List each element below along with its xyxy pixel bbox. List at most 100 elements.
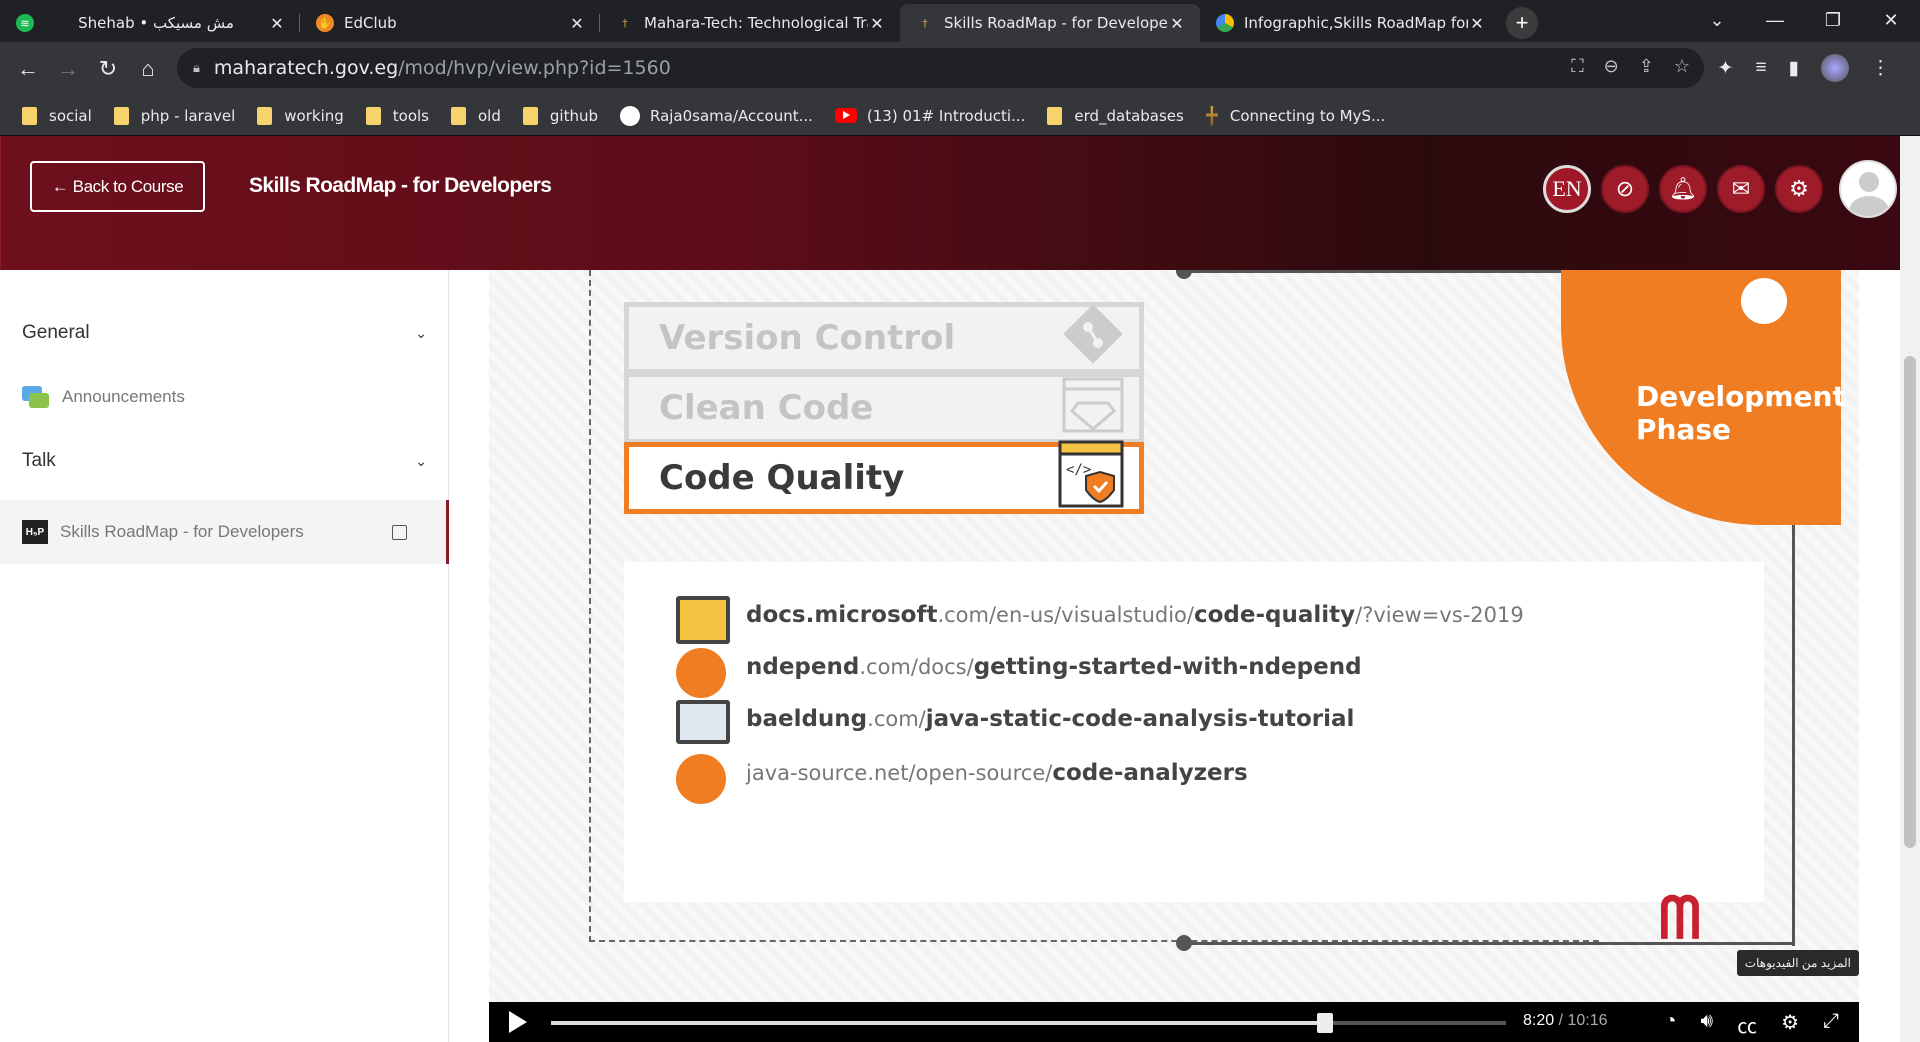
notifications-bell-icon[interactable]: 🔔︎ [1659, 165, 1707, 213]
maharatech-icon [1205, 105, 1218, 126]
sidebar-item-label: Skills RoadMap - for Developers [60, 522, 304, 541]
fullscreen-icon[interactable]: ⤢ [1823, 1010, 1839, 1039]
zoom-icon[interactable]: ⊖ [1604, 56, 1619, 77]
section-general[interactable]: General ⌄ [22, 322, 427, 344]
folder-icon [522, 106, 538, 125]
bookmark-item[interactable]: tools [365, 106, 429, 125]
folder-icon [257, 106, 273, 125]
address-bar[interactable]: 🔒︎ maharatech.gov.eg/mod/hvp/view.php?id… [177, 48, 1704, 88]
browser-tab[interactable]: ✋ EdClub ✕ [300, 4, 600, 42]
seek-bar[interactable] [551, 1013, 1506, 1033]
download-folder-icon [676, 754, 726, 804]
browser-tab[interactable]: ≋ Shehab • مش مسيكب ✕ [0, 4, 300, 42]
page-title: Skills RoadMap - for Developers [249, 174, 552, 197]
browser-tab-active[interactable]: † Skills RoadMap - for Developers ✕ [900, 4, 1200, 42]
time-display: 8:20 / 10:16 [1523, 1012, 1608, 1029]
bookmark-item[interactable]: Connecting to MyS... [1205, 105, 1386, 126]
bookmark-label: erd_databases [1074, 106, 1184, 125]
folder-icon [1047, 106, 1063, 125]
bookmark-item[interactable]: github [522, 106, 598, 125]
tab-title: Skills RoadMap - for Developers [944, 14, 1168, 32]
resource-link[interactable]: java-source.net/open-source/code-analyze… [746, 760, 1248, 786]
seek-handle[interactable] [1316, 1013, 1333, 1033]
home-icon[interactable]: ⌂ [128, 56, 168, 82]
more-videos-tooltip[interactable]: المزيد من الفيديوهات [1736, 950, 1859, 976]
hide-visibility-icon[interactable]: ⊘ [1601, 165, 1649, 213]
tab-search-icon[interactable]: ⌄ [1688, 10, 1746, 31]
restore-icon[interactable]: ❐ [1804, 10, 1862, 31]
settings-gear-icon[interactable]: ⚙ [1781, 1010, 1799, 1039]
sidebar-item-active[interactable]: H₅P Skills RoadMap - for Developers [0, 500, 449, 564]
folder-icon [113, 106, 129, 125]
back-icon[interactable]: ← [8, 56, 48, 82]
chevron-down-icon[interactable]: ⌄ [415, 325, 427, 342]
volume-icon[interactable]: 🔊︎ [1700, 1010, 1713, 1039]
forward-icon[interactable]: → [48, 56, 88, 82]
bookmark-item[interactable]: erd_databases [1047, 106, 1184, 125]
section-label: Talk [22, 450, 56, 471]
browser-tab[interactable]: † Mahara-Tech: Technological Trac ✕ [600, 4, 900, 42]
resource-link[interactable]: ndepend.com/docs/getting-started-with-nd… [746, 654, 1362, 680]
bookmark-item[interactable]: Raja0sama/Account... [619, 105, 813, 126]
close-tab-icon[interactable]: ✕ [568, 14, 586, 33]
bookmark-item[interactable]: social [22, 106, 92, 125]
video-player[interactable]: Version Control Clean Code Code Quality … [489, 270, 1859, 1042]
close-window-icon[interactable]: ✕ [1862, 10, 1920, 31]
bookmark-item[interactable]: working [257, 106, 344, 125]
edclub-icon: ✋ [316, 14, 334, 32]
completion-checkbox[interactable] [392, 524, 407, 540]
settings-gear-icon[interactable]: ⚙ [1775, 165, 1823, 213]
close-tab-icon[interactable]: ✕ [868, 14, 886, 33]
close-tab-icon[interactable]: ✕ [1468, 14, 1486, 33]
back-to-course-button[interactable]: ← Back to Course [30, 161, 205, 212]
extensions-icon[interactable]: ✦ [1718, 57, 1734, 80]
resource-link[interactable]: docs.microsoft.com/en-us/visualstudio/co… [746, 602, 1524, 628]
page-scrollbar[interactable] [1900, 136, 1920, 1042]
folder-icon [451, 106, 466, 125]
sidebar-item-skills-roadmap[interactable]: H₅P Skills RoadMap - for Developers [22, 520, 427, 544]
bookmark-item[interactable]: php - laravel [113, 106, 235, 125]
menu-icon[interactable]: ⋮ [1871, 57, 1890, 80]
sidebar-item-label: Announcements [62, 387, 185, 406]
bookmark-item[interactable]: old [451, 106, 501, 125]
play-icon[interactable] [509, 1011, 527, 1033]
messages-chat-icon[interactable]: ✉ [1717, 165, 1765, 213]
tab-title: EdClub [344, 14, 397, 32]
section-talk[interactable]: Talk ⌄ [22, 450, 427, 472]
reload-icon[interactable]: ↻ [88, 56, 128, 82]
close-tab-icon[interactable]: ✕ [1168, 14, 1186, 33]
minimize-icon[interactable]: — [1746, 10, 1804, 31]
diamond-window-icon [1054, 370, 1132, 442]
reading-list-icon[interactable]: ≡ [1755, 57, 1766, 79]
share-icon[interactable]: ⇪ [1639, 56, 1654, 77]
profile-avatar[interactable] [1821, 54, 1849, 82]
resource-link[interactable]: baeldung.com/java-static-code-analysis-t… [746, 706, 1354, 732]
sidebar-item-announcements[interactable]: Announcements [22, 384, 427, 410]
language-toggle-button[interactable]: EN [1543, 165, 1591, 213]
download-folder-icon [676, 648, 726, 698]
mahara-logo: ᗰ [1659, 884, 1701, 952]
bookmark-label: old [478, 106, 501, 125]
user-avatar[interactable] [1839, 160, 1897, 218]
new-tab-button[interactable]: + [1506, 7, 1538, 39]
bookmark-label: tools [392, 106, 429, 125]
captions-icon[interactable]: ㏄ [1737, 1010, 1757, 1039]
scrollbar-thumb[interactable] [1904, 356, 1916, 848]
github-icon [619, 105, 640, 126]
bookmark-star-icon[interactable]: ☆ [1674, 56, 1690, 77]
tab-title: Shehab • مش مسيكب [78, 14, 234, 32]
translate-icon[interactable]: ⛶ [1571, 56, 1584, 77]
git-icon [1054, 298, 1132, 370]
bookmark-item[interactable]: (13) 01# Introducti... [834, 107, 1025, 125]
chevron-down-icon[interactable]: ⌄ [415, 453, 427, 470]
folder-icon [365, 106, 381, 125]
bookmark-label: Connecting to MyS... [1229, 106, 1386, 125]
tab-title: Mahara-Tech: Technological Trac [644, 14, 868, 32]
course-sidebar: General ⌄ Announcements Talk ⌄ H₅P Skill… [0, 270, 449, 1042]
browser-tab[interactable]: Infographic,Skills RoadMap for d ✕ [1200, 4, 1500, 42]
side-panel-icon[interactable]: ▮ [1789, 57, 1799, 80]
playback-speed-icon[interactable]: ◔ [1664, 1010, 1676, 1039]
lock-icon[interactable]: 🔒︎ [193, 60, 200, 76]
close-tab-icon[interactable]: ✕ [268, 14, 286, 33]
video-controls: 8:20 / 10:16 ◔ 🔊︎ ㏄ ⚙ ⤢ [489, 1002, 1859, 1042]
